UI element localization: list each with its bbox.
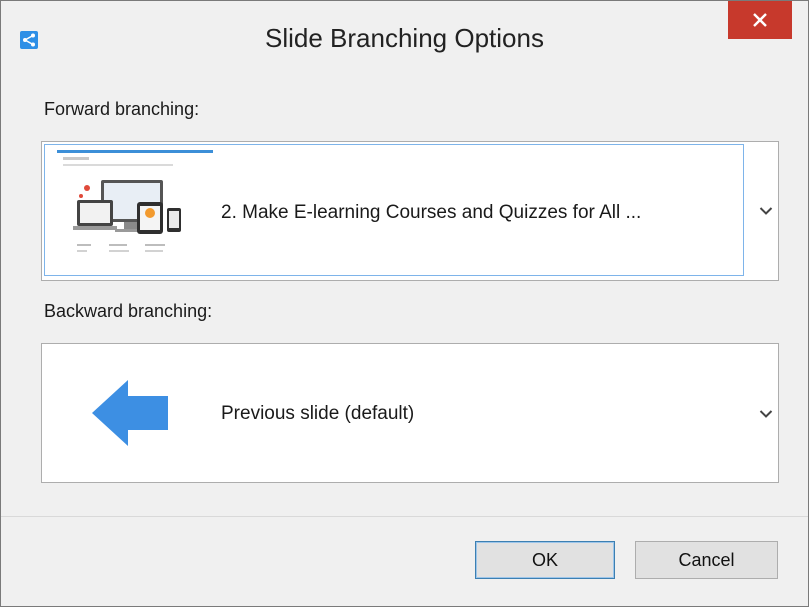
arrow-left-icon (92, 380, 168, 446)
backward-branching-label: Backward branching: (44, 301, 213, 321)
forward-selected-text: 2. Make E-learning Courses and Quizzes f… (221, 202, 642, 223)
ok-button[interactable]: OK (475, 541, 615, 579)
close-icon (753, 13, 767, 27)
window-title: Slide Branching Options (265, 23, 544, 53)
footer-separator (1, 516, 808, 517)
cancel-button[interactable]: Cancel (635, 541, 778, 579)
chevron-down-icon (759, 410, 773, 418)
chevron-down-icon (759, 207, 773, 215)
title-bar: Slide Branching Options (1, 1, 808, 85)
backward-branching-select[interactable]: Previous slide (default) (41, 343, 779, 483)
close-button[interactable] (728, 1, 792, 39)
backward-selected-text: Previous slide (default) (221, 403, 415, 424)
dialog-window: Slide Branching Options Forward branchin… (0, 0, 809, 607)
forward-branching-select[interactable]: 2. Make E-learning Courses and Quizzes f… (41, 141, 779, 281)
slide-thumbnail (57, 150, 213, 268)
forward-branching-label: Forward branching: (44, 99, 200, 119)
